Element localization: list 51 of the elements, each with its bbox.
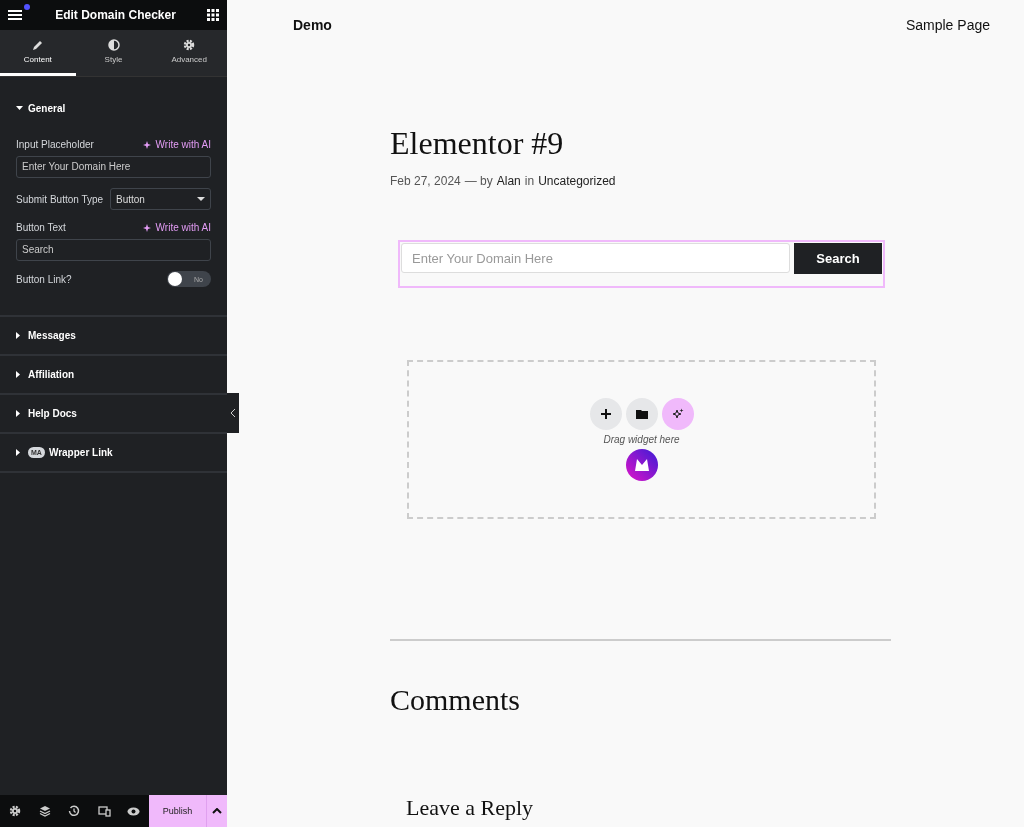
chevron-left-icon — [230, 409, 236, 417]
search-button[interactable]: Search — [794, 243, 882, 274]
section-toggle[interactable]: Help Docs — [0, 395, 227, 432]
panel-tab[interactable]: Advanced — [151, 30, 227, 76]
section-toggle[interactable]: Affiliation — [0, 356, 227, 393]
selected-widget-outline[interactable]: Enter Your Domain Here Search — [398, 240, 885, 288]
caret-icon[interactable] — [206, 795, 227, 827]
addon-logo-icon[interactable] — [625, 449, 658, 481]
folder-icon[interactable] — [625, 398, 658, 430]
domain-input[interactable]: Enter Your Domain Here — [401, 243, 790, 273]
author-link[interactable]: Alan — [496, 174, 521, 188]
reply-heading: Leave a Reply — [406, 795, 535, 821]
panel-title: Edit Domain Checker — [55, 8, 176, 22]
text-input[interactable]: Enter Your Domain Here — [16, 156, 211, 178]
select-dropdown[interactable]: Button — [110, 188, 211, 210]
text-input[interactable]: Search — [16, 239, 211, 261]
caret-right-icon — [16, 449, 21, 456]
sparkle-icon — [142, 139, 153, 150]
category-link[interactable]: Uncategorized — [538, 174, 616, 188]
meta-text: in — [524, 174, 535, 188]
caret-down-icon — [197, 197, 205, 201]
caret-right-icon — [16, 332, 21, 339]
apps-grid-icon[interactable] — [207, 9, 219, 21]
menu-icon[interactable] — [8, 8, 24, 22]
drop-hint: Drag widget here — [603, 434, 680, 445]
control-label: Button Link? — [16, 273, 72, 285]
caret-down-icon — [16, 105, 23, 111]
gear-icon — [183, 39, 196, 51]
write-with-ai-link[interactable]: Write with AI — [142, 139, 211, 150]
sparkle-icon[interactable] — [661, 398, 694, 430]
meta-text: — by — [464, 174, 493, 188]
nav-link[interactable]: Sample Page — [905, 17, 990, 33]
section-toggle[interactable]: Messages — [0, 317, 227, 354]
pencil-icon — [31, 39, 44, 51]
caret-right-icon — [16, 371, 21, 378]
comments-heading: Comments — [390, 683, 521, 717]
panel-tab[interactable]: Style — [75, 30, 152, 76]
panel-tab[interactable]: Content — [0, 30, 76, 76]
caret-right-icon — [16, 410, 21, 417]
sparkle-icon — [142, 222, 153, 233]
control-label: Submit Button Type — [16, 193, 104, 205]
post-title: Elementor #9 — [390, 125, 565, 162]
control-label: Button Text — [16, 222, 66, 233]
add-icon[interactable] — [589, 398, 622, 430]
contrast-icon — [107, 39, 120, 51]
post-date: Feb 27, 2024 — [390, 174, 461, 188]
section-toggle[interactable]: General — [0, 77, 227, 139]
write-with-ai-link[interactable]: Write with AI — [142, 222, 211, 233]
control-label: Input Placeholder — [16, 139, 94, 150]
site-title[interactable]: Demo — [293, 17, 332, 33]
publish-button[interactable]: Publish — [148, 795, 207, 827]
